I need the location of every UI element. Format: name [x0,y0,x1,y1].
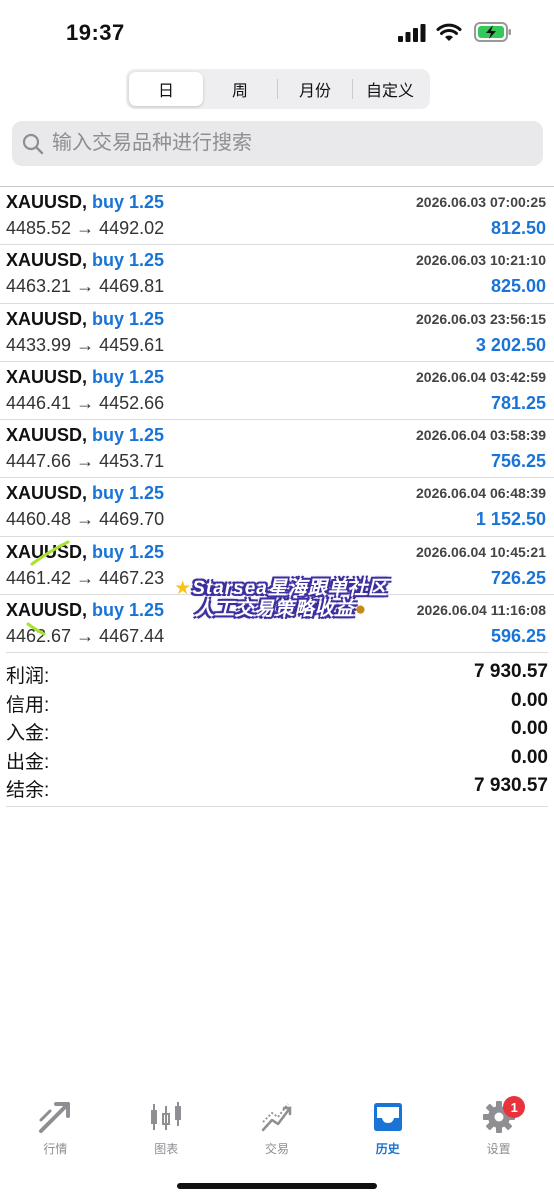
deal-list: XAUUSD, buy 1.25 2026.06.03 07:00:25 448… [0,186,554,652]
deal-time: 2026.06.04 06:48:39 [416,485,546,502]
search-input[interactable] [52,132,522,155]
deal-time: 2026.06.04 03:58:39 [416,427,546,444]
tab-settings[interactable]: 设置 1 [443,1094,554,1164]
deal-symbol: XAUUSD, [6,483,88,504]
deal-side: buy 1.25 [92,366,165,387]
tab-history[interactable]: 历史 [332,1094,443,1164]
status-bar: 19:37 [0,0,554,62]
deal-symbol: XAUUSD, [6,600,88,621]
deal-profit: 812.50 [490,218,546,238]
deal-time: 2026.06.04 11:16:08 [416,602,546,619]
deal-side: buy 1.25 [92,483,165,504]
home-indicator [177,1183,377,1189]
deal-side: buy 1.25 [92,308,165,329]
deal-row[interactable]: XAUUSD, buy 1.25 2026.06.04 10:45:21 446… [0,535,554,594]
tab-label: 历史 [375,1142,400,1156]
summary-row-withdrawal: 出金: 0.00 [6,744,548,773]
deal-symbol: XAUUSD, [6,425,88,446]
tab-quotes[interactable]: 行情 [0,1094,111,1164]
wifi-icon [436,23,462,41]
trade-chart-icon [261,1103,292,1132]
deal-prices: 4460.48 → 4469.70 [6,509,165,530]
search-icon [22,133,44,154]
tab-trade[interactable]: 交易 [222,1094,333,1164]
deal-prices: 4461.42 → 4467.23 [6,567,165,588]
deal-row[interactable]: XAUUSD, buy 1.25 2026.06.03 07:00:25 448… [0,186,554,244]
deal-profit: 726.25 [490,567,546,588]
deal-profit: 781.25 [490,392,546,413]
deal-profit: 596.25 [490,626,546,647]
deal-row[interactable]: XAUUSD, buy 1.25 2026.06.04 11:16:08 446… [0,594,554,652]
cellular-signal-icon [398,24,426,42]
search-bar[interactable] [12,121,543,166]
deal-symbol: XAUUSD, [6,250,88,271]
deal-prices: 4463.21 → 4469.81 [6,276,165,297]
deal-prices: 4447.66 → 4453.71 [6,451,165,472]
deal-row[interactable]: XAUUSD, buy 1.25 2026.06.04 03:58:39 444… [0,419,554,477]
summary-label: 入金: [6,723,50,745]
tab-month[interactable]: 月份 [278,72,352,106]
deal-profit: 1 152.50 [475,509,546,530]
deal-profit: 756.25 [490,451,546,472]
deal-prices: 4433.99 → 4459.61 [6,334,165,355]
deal-symbol: XAUUSD, [6,308,88,329]
tab-label: 行情 [43,1142,68,1156]
deal-side: buy 1.25 [92,192,165,212]
summary-row-profit: 利润: 7 930.57 [6,658,548,687]
deal-row[interactable]: XAUUSD, buy 1.25 2026.06.04 03:42:59 444… [0,360,554,419]
tab-week[interactable]: 周 [203,72,277,106]
notification-badge: 1 [503,1096,526,1118]
tab-custom[interactable]: 自定义 [353,72,427,106]
summary-label: 利润: [6,666,50,687]
summary-value: 0.00 [511,746,548,768]
summary-label: 信用: [6,694,50,716]
deal-time: 2026.06.03 07:00:25 [416,194,546,210]
deal-side: buy 1.25 [92,425,165,446]
summary-label: 出金: [6,751,50,773]
deal-symbol: XAUUSD, [6,192,88,212]
deal-time: 2026.06.04 03:42:59 [416,368,546,385]
deal-side: buy 1.25 [92,541,165,562]
tab-label: 设置 [486,1142,511,1156]
summary-value: 0.00 [511,718,548,740]
deal-row[interactable]: XAUUSD, buy 1.25 2026.06.03 10:21:10 446… [0,244,554,302]
summary-row-deposit: 入金: 0.00 [6,715,548,744]
deal-prices: 4462.67 → 4467.44 [6,626,165,647]
tab-charts[interactable]: 图表 [111,1094,222,1164]
status-time: 19:37 [66,20,125,45]
deal-profit: 825.00 [490,276,546,297]
bottom-tab-bar: 行情 图表 交易 历史 设置 1 [0,1094,554,1164]
deal-profit: 3 202.50 [475,334,546,355]
deal-row[interactable]: XAUUSD, buy 1.25 2026.06.03 23:56:15 443… [0,302,554,361]
deal-row[interactable]: XAUUSD, buy 1.25 2026.06.04 06:48:39 446… [0,477,554,535]
summary-label: 结余: [6,780,50,802]
summary-row-credit: 信用: 0.00 [6,687,548,716]
deal-side: buy 1.25 [92,600,165,621]
deal-side: buy 1.25 [92,250,165,271]
summary-panel: 利润: 7 930.57 信用: 0.00 入金: 0.00 出金: 0.00 … [6,652,548,807]
summary-value: 0.00 [511,689,548,711]
summary-row-balance: 结余: 7 930.57 [6,772,548,801]
deal-time: 2026.06.03 23:56:15 [416,310,546,327]
deal-time: 2026.06.04 10:45:21 [416,543,546,560]
battery-charging-icon [474,22,511,42]
candlestick-icon [151,1102,182,1130]
summary-value: 7 930.57 [474,661,548,682]
summary-value: 7 930.57 [474,775,548,797]
deal-prices: 4446.41 → 4452.66 [6,392,165,413]
trend-arrows-icon [39,1102,71,1133]
inbox-tray-icon [373,1103,402,1131]
deal-time: 2026.06.03 10:21:10 [416,252,546,269]
tab-day[interactable]: 日 [129,72,203,106]
tab-label: 图表 [154,1142,179,1156]
period-selector: 日 周 月份 自定义 [126,69,430,109]
deal-symbol: XAUUSD, [6,366,88,387]
deal-prices: 4485.52 → 4492.02 [6,218,165,238]
tab-label: 交易 [264,1142,289,1156]
deal-symbol: XAUUSD, [6,541,88,562]
